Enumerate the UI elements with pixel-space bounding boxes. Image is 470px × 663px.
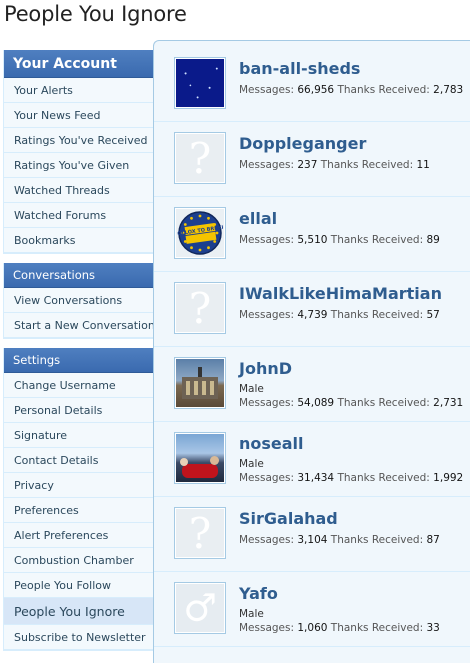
sidebar-item-start-a-new-conversation[interactable]: Start a New Conversation (4, 313, 154, 338)
member-row: JohnD Male Messages: 54,089 Thanks Receive… (154, 347, 470, 422)
sidebar-section-conversations: Conversations View Conversations Start a N… (3, 263, 154, 339)
sidebar-item-change-username[interactable]: Change Username (4, 373, 154, 398)
thanks-count: 57 (426, 309, 440, 321)
member-user-title: Male (239, 383, 264, 395)
member-stats: Messages: 3,104 Thanks Received: 87 (239, 534, 440, 546)
question-placeholder-icon[interactable]: ? (174, 132, 226, 184)
thanks-label: Thanks Received: (337, 472, 430, 484)
member-username[interactable]: JohnD (239, 359, 292, 378)
member-stats: Messages: 4,739 Thanks Received: 57 (239, 309, 440, 321)
sidebar-item-ratings-you-ve-given[interactable]: Ratings You've Given (4, 153, 154, 178)
sidebar-item-bookmarks[interactable]: Bookmarks (4, 228, 154, 253)
member-row: ? SirGalahad Messages: 3,104 Thanks Receiv… (154, 497, 470, 572)
sidebar-item-alert-preferences[interactable]: Alert Preferences (4, 523, 154, 548)
messages-count: 54,089 (297, 397, 335, 409)
messages-label: Messages: (239, 309, 295, 321)
messages-count: 66,956 (297, 84, 335, 96)
member-stats: Messages: 237 Thanks Received: 11 (239, 159, 430, 171)
member-stats: Messages: 5,510 Thanks Received: 89 (239, 234, 440, 246)
sidebar-item-people-you-follow[interactable]: People You Follow (4, 573, 154, 598)
member-stats: Messages: 66,956 Thanks Received: 2,783 (239, 84, 463, 96)
member-username[interactable]: IWalkLikeHimaMartian (239, 284, 442, 303)
member-row: ♂ Yafo Male Messages: 1,060 Thanks Received… (154, 572, 470, 647)
thanks-label: Thanks Received: (330, 234, 424, 246)
sidebar-item-contact-details[interactable]: Contact Details (4, 448, 154, 473)
sidebar-item-ratings-you-ve-received[interactable]: Ratings You've Received (4, 128, 154, 153)
member-stats: Messages: 31,434 Thanks Received: 1,992 (239, 472, 463, 484)
sidebar-item-preferences[interactable]: Preferences (4, 498, 154, 523)
sidebar-item-view-conversations[interactable]: View Conversations (4, 288, 154, 313)
thanks-count: 33 (426, 622, 440, 634)
messages-label: Messages: (239, 534, 295, 546)
sidebar-item-subscribe-to-newsletter[interactable]: Subscribe to Newsletter (4, 625, 154, 650)
sidebar-section-settings: Settings Change Username Personal Details S… (3, 348, 154, 651)
member-username[interactable]: Yafo (239, 584, 278, 603)
sidebar: Your Account Your Alerts Your News Feed Rat… (3, 50, 154, 651)
sidebar-item-watched-threads[interactable]: Watched Threads (4, 178, 154, 203)
bollox-to-brexit-badge[interactable]: BOLLOX TO BREXIT (174, 207, 226, 259)
messages-label: Messages: (239, 84, 295, 96)
sidebar-heading: Conversations (4, 263, 154, 288)
member-row: BOLLOX TO BREXIT ellal Messages: 5,510 Tha… (154, 197, 470, 272)
thanks-count: 2,731 (433, 397, 464, 409)
thanks-label: Thanks Received: (330, 534, 424, 546)
sidebar-item-watched-forums[interactable]: Watched Forums (4, 203, 154, 228)
messages-count: 5,510 (297, 234, 328, 246)
messages-count: 1,060 (297, 622, 328, 634)
starfield-avatar[interactable] (174, 57, 226, 109)
sidebar-section-your-account: Your Account Your Alerts Your News Feed Rat… (3, 50, 154, 254)
thanks-label: Thanks Received: (337, 397, 430, 409)
thanks-count: 89 (426, 234, 440, 246)
sidebar-item-your-news-feed[interactable]: Your News Feed (4, 103, 154, 128)
thanks-count: 1,992 (433, 472, 464, 484)
thanks-label: Thanks Received: (330, 309, 424, 321)
question-placeholder-icon[interactable]: ? (174, 282, 226, 334)
messages-count: 3,104 (297, 534, 328, 546)
sidebar-heading: Settings (4, 348, 154, 373)
member-username[interactable]: ellal (239, 209, 277, 228)
sidebar-item-signature[interactable]: Signature (4, 423, 154, 448)
ignored-members-list: ban-all-sheds Messages: 66,956 Thanks Rec… (153, 40, 470, 663)
question-placeholder-icon[interactable]: ? (174, 507, 226, 559)
messages-count: 31,434 (297, 472, 335, 484)
sidebar-item-combustion-chamber[interactable]: Combustion Chamber (4, 548, 154, 573)
thanks-label: Thanks Received: (337, 84, 430, 96)
thanks-count: 2,783 (433, 84, 464, 96)
member-user-title: Male (239, 458, 264, 470)
member-row: ? Doppleganger Messages: 237 Thanks Receiv… (154, 122, 470, 197)
member-user-title: Male (239, 608, 264, 620)
sidebar-item-privacy[interactable]: Privacy (4, 473, 154, 498)
messages-label: Messages: (239, 397, 295, 409)
member-stats: Messages: 1,060 Thanks Received: 33 (239, 622, 440, 634)
messages-count: 237 (297, 159, 318, 171)
thanks-label: Thanks Received: (330, 622, 424, 634)
member-username[interactable]: noseall (239, 434, 304, 453)
member-row: noseall Male Messages: 31,434 Thanks Recei… (154, 422, 470, 497)
member-row: ban-all-sheds Messages: 66,956 Thanks Rec… (154, 47, 470, 122)
thanks-count: 11 (416, 159, 430, 171)
messages-label: Messages: (239, 472, 295, 484)
member-stats: Messages: 54,089 Thanks Received: 2,731 (239, 397, 463, 409)
thanks-label: Thanks Received: (320, 159, 414, 171)
member-username[interactable]: Doppleganger (239, 134, 366, 153)
crowd-photo-avatar[interactable] (174, 432, 226, 484)
messages-label: Messages: (239, 234, 295, 246)
male-symbol-icon[interactable]: ♂ (174, 582, 226, 634)
sidebar-item-people-you-ignore[interactable]: People You Ignore (4, 598, 154, 625)
member-row: ? IWalkLikeHimaMartian Messages: 4,739 Tha… (154, 272, 470, 347)
member-username[interactable]: ban-all-sheds (239, 59, 360, 78)
sidebar-item-personal-details[interactable]: Personal Details (4, 398, 154, 423)
thanks-count: 87 (426, 534, 440, 546)
messages-label: Messages: (239, 159, 295, 171)
messages-count: 4,739 (297, 309, 328, 321)
building-photo-avatar[interactable] (174, 357, 226, 409)
sidebar-item-your-alerts[interactable]: Your Alerts (4, 78, 154, 103)
sidebar-heading[interactable]: Your Account (4, 50, 154, 78)
member-username[interactable]: SirGalahad (239, 509, 338, 528)
messages-label: Messages: (239, 622, 295, 634)
page-title: People You Ignore (4, 2, 187, 26)
